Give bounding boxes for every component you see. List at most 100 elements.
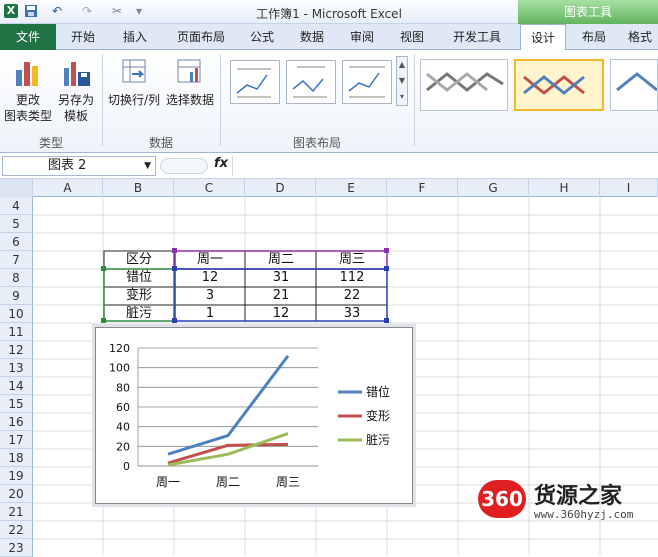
ribbon: 更改 图表类型 另存为 模板 切换行/列 选择数据 ▲▼▾ 类型 数据 图表布局 <box>0 50 658 153</box>
group-layout-label: 图表布局 <box>220 134 414 151</box>
col-header-c[interactable]: C <box>174 179 245 197</box>
tab-developer[interactable]: 开发工具 <box>442 24 512 50</box>
tab-layout[interactable]: 布局 <box>572 24 616 50</box>
group-type-label: 类型 <box>0 134 102 151</box>
row-header-23[interactable]: 23 <box>0 539 33 557</box>
select-data-button[interactable]: 选择数据 <box>164 56 216 108</box>
legend-label: 脏污 <box>366 432 390 447</box>
x-tick-label: 周三 <box>276 475 300 489</box>
col-header-h[interactable]: H <box>529 179 600 197</box>
table-header-cell[interactable]: 区分 <box>104 251 174 269</box>
col-header-d[interactable]: D <box>245 179 316 197</box>
switch-row-column-button[interactable]: 切换行/列 <box>106 56 162 108</box>
tab-file[interactable]: 文件 <box>0 24 56 50</box>
row-header-12[interactable]: 12 <box>0 341 33 359</box>
change-type-line1: 更改 <box>16 93 40 107</box>
group-data-label: 数据 <box>102 134 220 151</box>
insert-function-icon[interactable]: fx <box>214 156 228 171</box>
row-header-13[interactable]: 13 <box>0 359 33 377</box>
col-header-f[interactable]: F <box>387 179 458 197</box>
chart-plot: 020406080100120周一周二周三错位变形脏污 <box>96 328 412 503</box>
row-header-10[interactable]: 10 <box>0 305 33 323</box>
chevron-down-icon[interactable]: ▼ <box>144 157 151 175</box>
chart-style-1[interactable] <box>420 59 508 111</box>
y-tick-label: 100 <box>109 362 130 375</box>
y-tick-label: 20 <box>116 440 130 453</box>
save-as-template-button[interactable]: 另存为 模板 <box>54 56 98 124</box>
tab-data[interactable]: 数据 <box>290 24 334 50</box>
table-cell[interactable]: 31 <box>246 269 316 287</box>
col-header-b[interactable]: B <box>103 179 174 197</box>
tab-view[interactable]: 视图 <box>390 24 434 50</box>
y-tick-label: 40 <box>116 421 130 434</box>
table-header-cell[interactable]: 周三 <box>317 251 387 269</box>
row-header-20[interactable]: 20 <box>0 485 33 503</box>
table-cell[interactable]: 33 <box>317 305 387 323</box>
col-header-g[interactable]: G <box>458 179 529 197</box>
tab-review[interactable]: 审阅 <box>340 24 384 50</box>
name-box[interactable]: 图表 2▼ <box>2 156 156 176</box>
chart-style-2[interactable] <box>514 59 604 111</box>
row-header-7[interactable]: 7 <box>0 251 33 269</box>
row-header-17[interactable]: 17 <box>0 431 33 449</box>
table-cell[interactable]: 12 <box>246 305 316 323</box>
title-bar: X ↶ ↷ ✂ ▾ 工作簿1 - Microsoft Excel 图表工具 <box>0 0 658 24</box>
col-header-a[interactable]: A <box>33 179 103 197</box>
tab-page-layout[interactable]: 页面布局 <box>166 24 236 50</box>
x-tick-label: 周二 <box>216 475 240 489</box>
x-tick-label: 周一 <box>156 475 180 489</box>
table-header-cell[interactable]: 周二 <box>246 251 316 269</box>
tab-home[interactable]: 开始 <box>60 24 106 50</box>
switch-row-column-label: 切换行/列 <box>108 93 160 107</box>
select-all-corner[interactable] <box>0 179 33 197</box>
table-cell[interactable]: 1 <box>175 305 245 323</box>
chart-style-icon <box>421 60 507 110</box>
row-header-15[interactable]: 15 <box>0 395 33 413</box>
row-header-9[interactable]: 9 <box>0 287 33 305</box>
change-chart-type-button[interactable]: 更改 图表类型 <box>4 56 52 124</box>
formula-bar: 图表 2▼ fx <box>0 153 658 179</box>
layout-scroll-arrows[interactable]: ▲▼▾ <box>396 56 408 106</box>
template-icon <box>60 56 92 88</box>
table-cell[interactable]: 21 <box>246 287 316 305</box>
row-header-14[interactable]: 14 <box>0 377 33 395</box>
tab-format[interactable]: 格式 <box>622 24 658 50</box>
row-header-5[interactable]: 5 <box>0 215 33 233</box>
select-data-icon <box>174 56 206 88</box>
col-header-e[interactable]: E <box>316 179 387 197</box>
row-header-18[interactable]: 18 <box>0 449 33 467</box>
chart-layout-1[interactable] <box>230 60 280 104</box>
row-header-16[interactable]: 16 <box>0 413 33 431</box>
table-cell[interactable]: 脏污 <box>104 305 174 323</box>
row-header-8[interactable]: 8 <box>0 269 33 287</box>
row-header-6[interactable]: 6 <box>0 233 33 251</box>
row-header-4[interactable]: 4 <box>0 197 33 215</box>
table-cell[interactable]: 112 <box>317 269 387 287</box>
table-cell[interactable]: 22 <box>317 287 387 305</box>
tab-formulas[interactable]: 公式 <box>240 24 284 50</box>
table-header-cell[interactable]: 周一 <box>175 251 245 269</box>
save-template-line2: 模板 <box>64 109 88 123</box>
row-header-22[interactable]: 22 <box>0 521 33 539</box>
line-chart[interactable]: 020406080100120周一周二周三错位变形脏污 <box>95 327 413 504</box>
table-cell[interactable]: 变形 <box>104 287 174 305</box>
layout-thumb-icon <box>231 61 279 103</box>
row-header-11[interactable]: 11 <box>0 323 33 341</box>
chart-style-3[interactable] <box>610 59 658 111</box>
tab-design[interactable]: 设计 <box>520 24 566 51</box>
table-cell[interactable]: 3 <box>175 287 245 305</box>
row-header-21[interactable]: 21 <box>0 503 33 521</box>
chart-layout-2[interactable] <box>286 60 336 104</box>
row-header-19[interactable]: 19 <box>0 467 33 485</box>
formula-input[interactable] <box>232 156 656 176</box>
chart-layout-3[interactable] <box>342 60 392 104</box>
switch-row-column-icon <box>118 56 150 88</box>
formula-bar-splitter[interactable] <box>160 158 208 174</box>
tab-insert[interactable]: 插入 <box>112 24 158 50</box>
table-cell[interactable]: 12 <box>175 269 245 287</box>
ribbon-tabs: 文件 开始 插入 页面布局 公式 数据 审阅 视图 开发工具 设计 布局 格式 <box>0 24 658 50</box>
col-header-i[interactable]: I <box>600 179 658 197</box>
legend-label: 错位 <box>366 384 390 399</box>
change-type-line2: 图表类型 <box>4 109 52 123</box>
table-cell[interactable]: 错位 <box>104 269 174 287</box>
